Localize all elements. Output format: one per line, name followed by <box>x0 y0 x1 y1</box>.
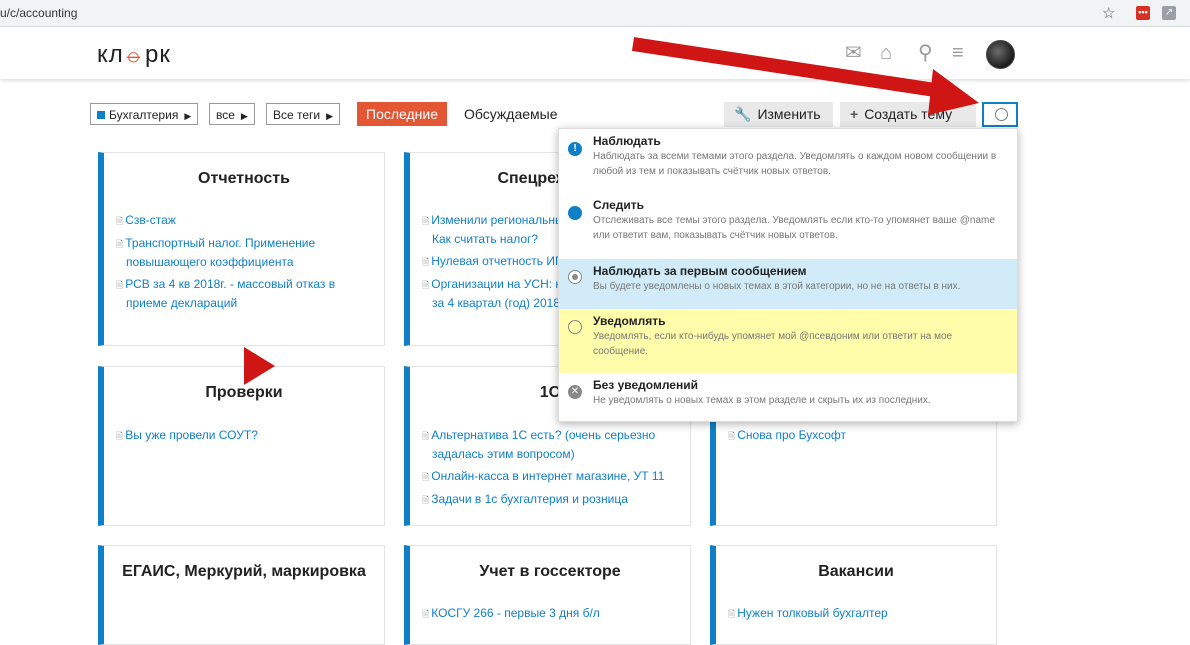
empty-circle-icon <box>568 320 582 334</box>
category-card[interactable]: ЕГАИС, Меркурий, маркировка <box>98 545 385 645</box>
topic-link[interactable]: 🗎 Задачи в 1с бухгалтерия и розница <box>422 490 680 509</box>
option-description: Наблюдать за всеми темами этого раздела.… <box>593 151 997 177</box>
document-icon: 🗎 <box>422 495 430 505</box>
option-description: Уведомлять, если кто-нибудь упомянет мой… <box>593 331 953 357</box>
document-icon: 🗎 <box>422 609 430 619</box>
tab-top[interactable]: Обсуждаемые <box>464 102 558 126</box>
create-topic-button[interactable]: + Создать тему <box>840 102 976 127</box>
card-title[interactable]: Учет в госсекторе <box>410 563 690 581</box>
caret-right-icon: ▶ <box>326 111 334 121</box>
search-icon[interactable]: ⚲ <box>918 43 933 63</box>
option-description: Не уведомлять о новых темах в этом разде… <box>593 395 931 406</box>
option-regular[interactable]: Уведомлять Уведомлять, если кто-нибудь у… <box>559 309 1017 373</box>
document-icon: 🗎 <box>116 216 124 226</box>
notification-dropdown: ! Наблюдать Наблюдать за всеми темами эт… <box>558 128 1018 422</box>
category-card[interactable]: Вакансии 🗎 Нужен толковый бухгалтер <box>710 545 997 645</box>
caret-right-icon: ▶ <box>184 111 192 121</box>
topic-link[interactable]: 🗎 Транспортный налог. Применение повышающ… <box>116 234 374 271</box>
option-description: Вы будете уведомлены о новых темах в это… <box>593 281 961 292</box>
document-icon: 🗎 <box>422 472 430 482</box>
document-icon: 🗎 <box>422 431 430 441</box>
caret-right-icon: ▶ <box>240 111 248 121</box>
exclamation-icon: ! <box>568 142 582 156</box>
topic-link[interactable]: 🗎 Нужен толковый бухгалтер <box>728 604 986 623</box>
topic-link[interactable]: 🗎 Снова про Бухсофт <box>728 426 986 445</box>
document-icon: 🗎 <box>422 216 430 226</box>
tags-dropdown[interactable]: Все теги ▶ <box>266 103 341 125</box>
category-card[interactable]: Учет в госсекторе 🗎 КОСГУ 266 - первые 3 … <box>404 545 691 645</box>
category-card[interactable]: Проверки 🗎 Вы уже провели СОУТ? <box>98 366 385 526</box>
hamburger-menu-icon[interactable]: ≡ <box>952 43 964 63</box>
document-icon: 🗎 <box>422 257 430 267</box>
topic-link[interactable]: 🗎 РСВ за 4 кв 2018г. - массовый отказ в п… <box>116 275 374 312</box>
document-icon: 🗎 <box>422 280 430 290</box>
card-title[interactable]: Вакансии <box>716 563 996 581</box>
tab-latest[interactable]: Последние <box>357 102 448 126</box>
notification-ring-icon <box>995 108 1008 121</box>
option-tracking[interactable]: Следить Отслеживать все темы этого разде… <box>559 193 1017 259</box>
subcategory-dropdown[interactable]: все ▶ <box>209 103 255 125</box>
user-avatar[interactable] <box>986 40 1015 69</box>
document-icon: 🗎 <box>116 280 124 290</box>
option-watching-first-post[interactable]: Наблюдать за первым сообщением Вы будете… <box>559 259 1017 309</box>
document-icon: 🗎 <box>728 431 736 441</box>
site-logo[interactable]: кл⦵рк <box>97 41 171 69</box>
browser-address-bar[interactable]: u/c/accounting ☆ ••• ↗ <box>0 0 1190 27</box>
filled-circle-icon <box>568 206 582 220</box>
option-title: Уведомлять <box>593 314 666 328</box>
x-circle-icon: ✕ <box>568 385 582 399</box>
document-icon: 🗎 <box>116 431 124 441</box>
bookmark-star-icon[interactable]: ☆ <box>1102 4 1115 22</box>
extension-chart-icon[interactable]: ↗ <box>1162 6 1176 20</box>
plus-icon: + <box>850 106 859 122</box>
category-color-icon <box>97 110 105 119</box>
option-title: Наблюдать за первым сообщением <box>593 264 807 278</box>
category-label: Бухгалтерия <box>109 108 179 122</box>
card-title[interactable]: Отчетность <box>104 170 384 188</box>
dot-circle-icon <box>568 270 582 284</box>
edit-category-button[interactable]: 🔧 Изменить <box>724 102 833 127</box>
option-title: Следить <box>593 198 645 212</box>
subcategory-label: все <box>216 108 235 122</box>
home-icon[interactable]: ⌂ <box>880 43 892 63</box>
card-title[interactable]: ЕГАИС, Меркурий, маркировка <box>104 563 384 581</box>
tags-label: Все теги <box>273 108 321 122</box>
mail-icon[interactable]: ✉ <box>845 43 862 63</box>
topic-link[interactable]: 🗎 Онлайн-касса в интернет магазине, УТ 11 <box>422 467 680 486</box>
option-title: Без уведомлений <box>593 378 698 392</box>
option-title: Наблюдать <box>593 134 661 148</box>
site-header: кл⦵рк ✉ ⌂ ⚲ ≡ <box>0 27 1190 79</box>
topic-link[interactable]: 🗎 Альтернатива 1С есть? (очень серьезно з… <box>422 426 680 463</box>
topic-link[interactable]: 🗎 КОСГУ 266 - первые 3 дня б/л <box>422 604 680 623</box>
category-card[interactable]: Отчетность 🗎 Сзв-стаж 🗎 Транспортный налог… <box>98 152 385 346</box>
option-description: Отслеживать все темы этого раздела. Увед… <box>593 215 995 241</box>
notification-level-button[interactable] <box>982 102 1018 127</box>
url-text[interactable]: u/c/accounting <box>0 6 77 20</box>
option-watching[interactable]: ! Наблюдать Наблюдать за всеми темами эт… <box>559 129 1017 193</box>
category-dropdown[interactable]: Бухгалтерия ▶ <box>90 103 199 125</box>
topic-link[interactable]: 🗎 Вы уже провели СОУТ? <box>116 426 374 445</box>
document-icon: 🗎 <box>728 609 736 619</box>
extension-icon[interactable]: ••• <box>1136 6 1150 20</box>
edit-label: Изменить <box>757 106 821 122</box>
option-muted[interactable]: ✕ Без уведомлений Не уведомлять о новых … <box>559 373 1017 421</box>
topic-link[interactable]: 🗎 Сзв-стаж <box>116 211 374 230</box>
create-label: Создать тему <box>864 106 953 122</box>
document-icon: 🗎 <box>116 239 124 249</box>
card-title[interactable]: Проверки <box>104 384 384 402</box>
wrench-icon: 🔧 <box>734 106 752 122</box>
